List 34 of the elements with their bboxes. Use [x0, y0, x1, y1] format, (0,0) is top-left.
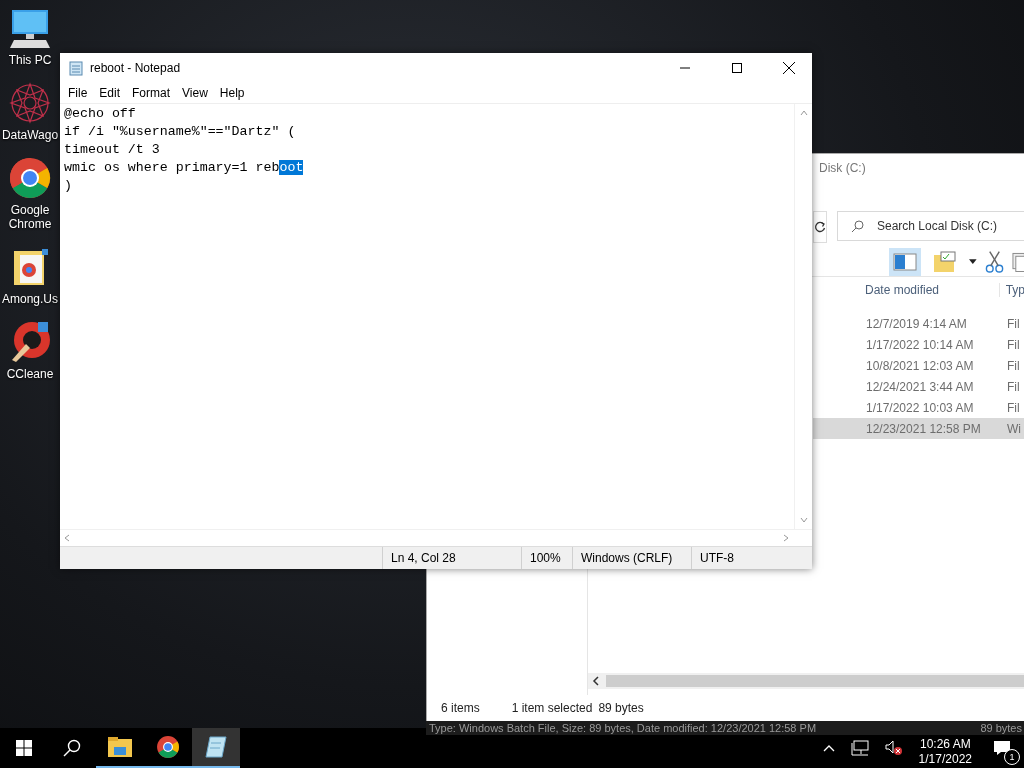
- status-bar-cell: Windows (CRLF): [572, 547, 691, 569]
- code-text: wmic os where primary=1 reb: [64, 160, 280, 175]
- window-title: Disk (C:): [818, 160, 867, 177]
- date-cell-text: 12/23/2021 12:58 PM: [865, 421, 982, 436]
- date-cell-text: 10/8/2021 12:03 AM: [865, 358, 975, 373]
- code-text: timeout /t 3: [64, 142, 160, 157]
- item-count: 6 items: [441, 701, 480, 715]
- date-cell-text: 1/17/2022 10:14 AM: [865, 337, 975, 352]
- type-cell-text: Fil: [1006, 400, 1020, 415]
- status-bar-cell: UTF-8: [691, 547, 800, 569]
- type-cell-text: Wi: [1006, 421, 1021, 436]
- type-cell-text: Fil: [1006, 379, 1020, 394]
- tooltip-text: 89 bytes: [980, 722, 1023, 734]
- date-cell-text: 1/17/2022 10:03 AM: [865, 400, 975, 415]
- type-cell-text: Fil: [1006, 316, 1020, 331]
- window-title: reboot - Notepad: [90, 61, 181, 75]
- status-bar-cell: Ln 4, Col 28: [382, 547, 521, 569]
- selection-size: 89 bytes: [598, 701, 644, 715]
- status-bar-cell: 100%: [521, 547, 572, 569]
- desktop-icon-label: CCleane: [6, 367, 54, 381]
- tooltip-text: Type: Windows Batch File, Size: 89 bytes, Date modified: 12/23/2021 12:58 PM: [428, 722, 817, 734]
- code-text: @echo off: [64, 106, 136, 121]
- desktop-icon-label: DataWago: [1, 128, 59, 142]
- code-text: ): [64, 178, 72, 193]
- desktop-icon-label: Among.Us: [2, 292, 58, 306]
- selection-count: 1 item selected: [511, 701, 593, 715]
- date-cell-text: 12/24/2021 3:44 AM: [865, 379, 975, 394]
- type-cell-text: Fil: [1006, 337, 1020, 352]
- type-cell-text: Fil: [1006, 358, 1020, 373]
- date-cell-text: 12/7/2019 4:14 AM: [865, 316, 968, 331]
- desktop-icon-label: This PC: [8, 53, 52, 67]
- code-text: if /i "%username%"=="Dartz" (: [64, 124, 296, 139]
- code-text: oot: [279, 160, 304, 175]
- desktop-icon-label: Google Chrome: [7, 203, 53, 231]
